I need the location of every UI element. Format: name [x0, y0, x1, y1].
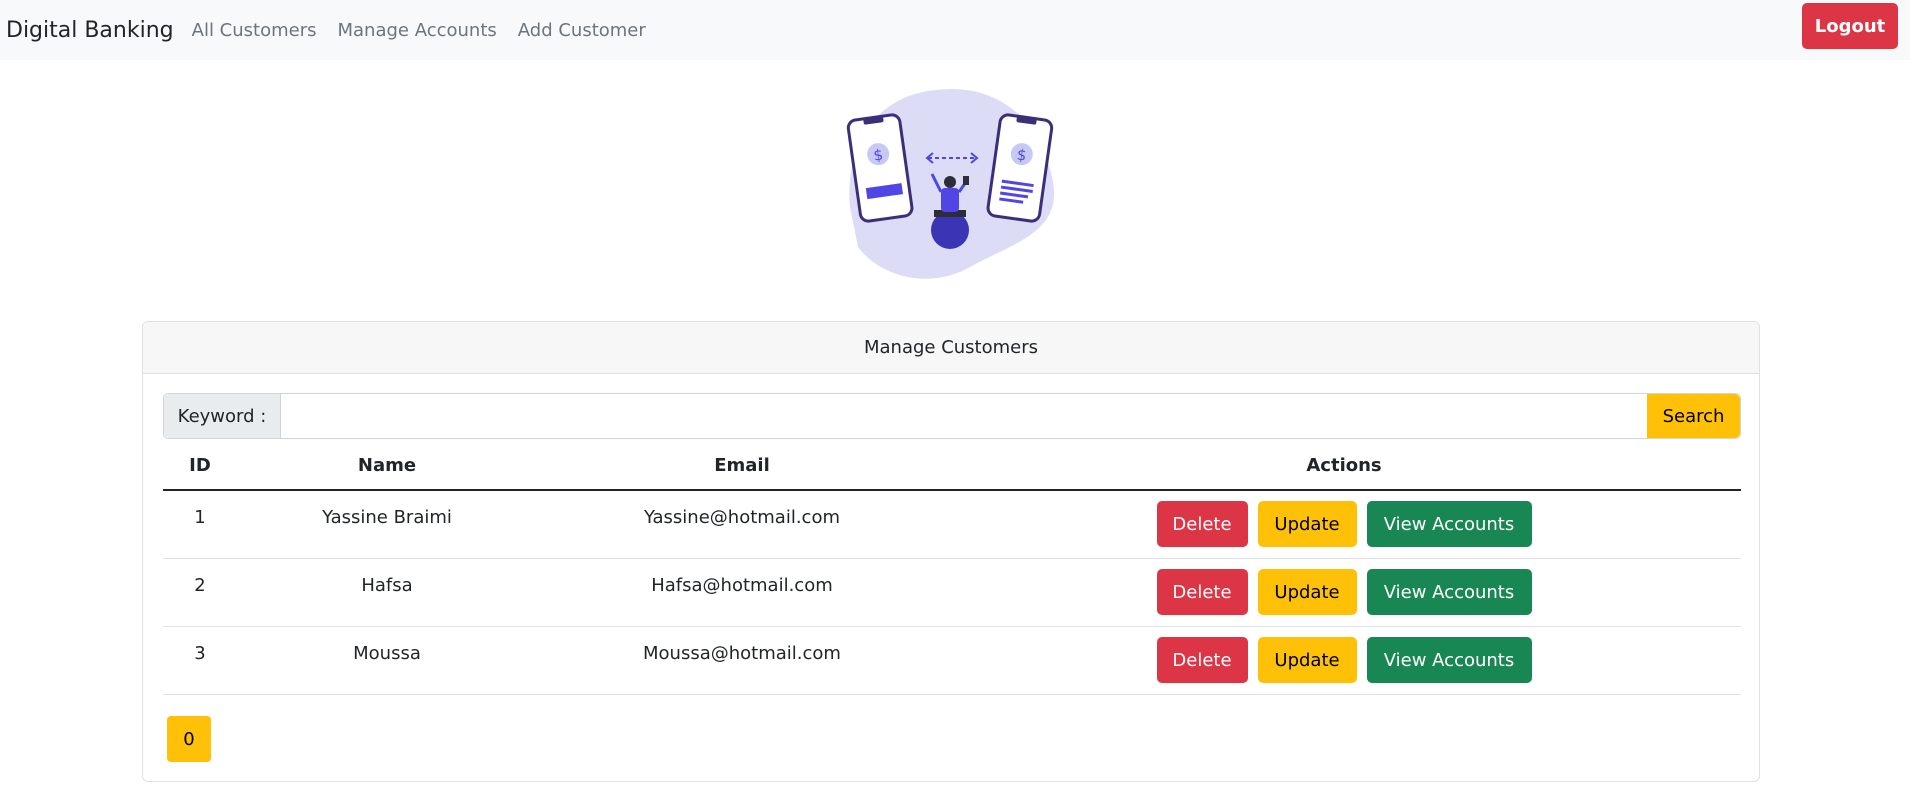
row-actions: Delete Update View Accounts: [947, 491, 1741, 547]
customers-table: ID Name Email Actions 1 Yassine Braimi Y…: [163, 441, 1741, 695]
customer-email: Hafsa@hotmail.com: [651, 575, 833, 596]
table-row: 1 Yassine Braimi Yassine@hotmail.com Del…: [163, 490, 1741, 559]
search-group: Keyword : Search: [163, 393, 1741, 439]
customer-id: 3: [194, 643, 206, 664]
nav-links: All Customers Manage Accounts Add Custom…: [192, 20, 667, 41]
row-actions: Delete Update View Accounts: [947, 559, 1741, 615]
search-button[interactable]: Search: [1647, 394, 1740, 438]
header-name: Name: [237, 441, 537, 491]
customer-name: Moussa: [353, 643, 421, 664]
customer-name: Hafsa: [361, 575, 413, 596]
header-email: Email: [537, 441, 947, 491]
navbar: Digital Banking All Customers Manage Acc…: [0, 0, 1910, 60]
update-button[interactable]: Update: [1257, 637, 1357, 683]
view-accounts-button[interactable]: View Accounts: [1366, 501, 1532, 547]
customer-id: 2: [194, 575, 206, 596]
table-header-row: ID Name Email Actions: [163, 441, 1741, 491]
header-actions: Actions: [947, 441, 1741, 491]
card-title: Manage Customers: [143, 322, 1759, 374]
pagination-page-button[interactable]: 0: [167, 716, 211, 762]
view-accounts-button[interactable]: View Accounts: [1366, 569, 1532, 615]
update-button[interactable]: Update: [1257, 501, 1357, 547]
customer-email: Yassine@hotmail.com: [644, 507, 840, 528]
nav-link-add-customer[interactable]: Add Customer: [518, 20, 646, 41]
delete-button[interactable]: Delete: [1156, 637, 1248, 683]
header-id: ID: [163, 441, 237, 491]
nav-link-manage-accounts[interactable]: Manage Accounts: [337, 20, 496, 41]
table-row: 3 Moussa Moussa@hotmail.com Delete Updat…: [163, 626, 1741, 695]
nav-link-all-customers[interactable]: All Customers: [192, 20, 317, 41]
mobile-money-transfer-illustration: $ $: [830, 82, 1070, 292]
keyword-input[interactable]: [281, 394, 1647, 438]
row-actions: Delete Update View Accounts: [947, 627, 1741, 683]
logout-button[interactable]: Logout: [1802, 3, 1898, 49]
brand-title[interactable]: Digital Banking: [6, 18, 174, 43]
table-row: 2 Hafsa Hafsa@hotmail.com Delete Update …: [163, 558, 1741, 627]
view-accounts-button[interactable]: View Accounts: [1366, 637, 1532, 683]
customer-name: Yassine Braimi: [322, 507, 452, 528]
customer-email: Moussa@hotmail.com: [643, 643, 841, 664]
keyword-label: Keyword :: [164, 394, 281, 438]
manage-customers-card: Manage Customers Keyword : Search ID Nam…: [142, 321, 1760, 782]
delete-button[interactable]: Delete: [1156, 569, 1248, 615]
update-button[interactable]: Update: [1257, 569, 1357, 615]
customer-id: 1: [194, 507, 206, 528]
delete-button[interactable]: Delete: [1156, 501, 1248, 547]
